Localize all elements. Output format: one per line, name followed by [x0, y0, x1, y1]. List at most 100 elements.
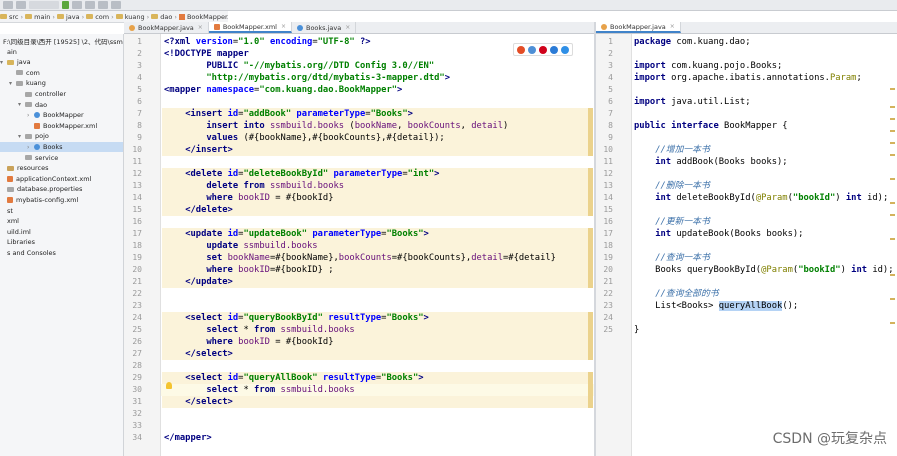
code-line[interactable]: <!DOCTYPE mapper [164, 48, 249, 60]
toolbar-button[interactable] [85, 1, 95, 9]
code-line[interactable]: <?xml version="1.0" encoding="UTF-8" ?> [164, 36, 371, 48]
edge-icon[interactable] [560, 45, 569, 54]
warning-marker[interactable] [890, 106, 895, 108]
tab-bookmapper-java[interactable]: BookMapper.java × [124, 22, 209, 33]
tree-item[interactable]: service [0, 153, 123, 163]
tree-item[interactable]: ▾ dao [0, 100, 123, 110]
tree-item[interactable]: › Books [0, 142, 123, 152]
code-line[interactable]: values (#{bookName},#{bookCounts},#{deta… [164, 132, 444, 144]
code-line[interactable]: </select> [164, 348, 233, 360]
code-line[interactable]: set bookName=#{bookName},bookCounts=#{bo… [164, 252, 556, 264]
change-marker[interactable] [588, 168, 593, 216]
code-line[interactable]: package com.kuang.dao; [634, 36, 751, 48]
code-line[interactable]: select * from ssmbuild.books [164, 384, 354, 396]
tree-item[interactable]: Libraries [0, 237, 123, 247]
code-line[interactable]: PUBLIC "-//mybatis.org//DTD Config 3.0//… [164, 60, 434, 72]
ie-icon[interactable] [549, 45, 558, 54]
warning-marker[interactable] [890, 238, 895, 240]
breadcrumb-item[interactable]: BookMapper.xml [178, 13, 228, 21]
debug-icon[interactable] [72, 1, 82, 9]
code-line[interactable]: <select id="queryAllBook" resultType="Bo… [164, 372, 423, 384]
warning-marker[interactable] [890, 178, 895, 180]
code-line[interactable]: <delete id="deleteBookById" parameterTyp… [164, 168, 439, 180]
close-icon[interactable]: × [281, 23, 286, 30]
warning-marker[interactable] [890, 118, 895, 120]
code-line[interactable]: </delete> [164, 204, 233, 216]
code-line[interactable]: </update> [164, 276, 233, 288]
code-line[interactable]: int updateBook(Books books); [634, 228, 803, 240]
code-line[interactable]: where bookID=#{bookID} ; [164, 264, 333, 276]
warning-marker[interactable] [890, 88, 895, 90]
chrome-icon[interactable] [517, 45, 526, 54]
run-icon[interactable] [62, 1, 69, 9]
code-line[interactable]: <mapper namespace="com.kuang.dao.BookMap… [164, 84, 402, 96]
warning-marker[interactable] [890, 202, 895, 204]
toolbar-button[interactable] [16, 1, 26, 9]
code-line[interactable]: } [634, 324, 639, 336]
code-line[interactable]: public interface BookMapper { [634, 120, 788, 132]
code-line[interactable]: //查询一本书 [634, 252, 710, 264]
expand-arrow-icon[interactable]: ▾ [18, 101, 25, 108]
code-line[interactable]: update ssmbuild.books [164, 240, 317, 252]
expand-arrow-icon[interactable]: ▾ [18, 133, 25, 140]
breadcrumb-item[interactable]: src › [0, 13, 23, 21]
toolbar-button[interactable] [98, 1, 108, 9]
code-line[interactable]: //删除一本书 [634, 180, 710, 192]
code-line[interactable]: where bookID = #{bookId} [164, 192, 333, 204]
code-line[interactable]: //查询全部的书 [634, 288, 718, 300]
warning-marker[interactable] [890, 322, 895, 324]
tree-item[interactable]: xml [0, 216, 123, 226]
code-line[interactable]: import java.util.List; [634, 96, 751, 108]
toolbar-button[interactable] [3, 1, 13, 9]
tree-item[interactable]: controller [0, 89, 123, 99]
code-line[interactable]: delete from ssmbuild.books [164, 180, 344, 192]
code-line[interactable]: <insert id="addBook" parameterType="Book… [164, 108, 413, 120]
code-line[interactable]: int deleteBookById(@Param("bookId") int … [634, 192, 888, 204]
change-marker[interactable] [588, 312, 593, 360]
code-line[interactable]: select * from ssmbuild.books [164, 324, 354, 336]
xml-scroll-markers[interactable] [586, 34, 594, 456]
breadcrumb-item[interactable]: kuang › [115, 13, 149, 21]
intention-bulb-icon[interactable] [166, 382, 172, 389]
warning-marker[interactable] [890, 298, 895, 300]
warning-marker[interactable] [890, 142, 895, 144]
expand-arrow-icon[interactable]: › [27, 112, 34, 119]
warning-marker[interactable] [890, 214, 895, 216]
warning-marker[interactable] [890, 130, 895, 132]
code-line[interactable]: Books queryBookById(@Param("bookId") int… [634, 264, 893, 276]
code-line[interactable]: </mapper> [164, 432, 212, 444]
tab-books-java[interactable]: Books.java × [292, 22, 357, 33]
tree-item[interactable]: ▾ java [0, 57, 123, 67]
toolbar-button[interactable] [111, 1, 121, 9]
close-icon[interactable]: × [198, 24, 203, 31]
code-line[interactable]: "http://mybatis.org/dtd/mybatis-3-mapper… [164, 72, 450, 84]
tab-bookmapper-java[interactable]: BookMapper.java × [596, 22, 681, 33]
code-line[interactable]: insert into ssmbuild.books (bookName, bo… [164, 120, 508, 132]
tree-item[interactable]: ▾ kuang [0, 78, 123, 88]
breadcrumb-item[interactable]: dao › [151, 13, 177, 21]
code-line[interactable]: where bookID = #{bookId} [164, 336, 333, 348]
code-line[interactable]: List<Books> queryAllBook(); [634, 300, 798, 312]
opera-icon[interactable] [538, 45, 547, 54]
tree-item[interactable]: F:\同级目录\西开 [19525] \2、代码\ssmbu [0, 36, 123, 46]
expand-arrow-icon[interactable]: › [27, 144, 34, 151]
tree-item[interactable]: BookMapper.xml [0, 121, 123, 131]
breadcrumb-item[interactable]: java › [56, 13, 84, 21]
tree-item[interactable]: applicationContext.xml [0, 174, 123, 184]
tab-bookmapper-xml[interactable]: BookMapper.xml × [208, 22, 292, 33]
code-line[interactable]: import org.apache.ibatis.annotations.Par… [634, 72, 862, 84]
code-line[interactable]: </select> [164, 396, 233, 408]
firefox-icon[interactable] [528, 45, 537, 54]
run-config-select[interactable] [29, 1, 59, 9]
tree-item[interactable]: s and Consoles [0, 248, 123, 258]
warning-marker[interactable] [890, 154, 895, 156]
expand-arrow-icon[interactable]: ▾ [0, 59, 7, 66]
code-line[interactable]: <update id="updateBook" parameterType="B… [164, 228, 429, 240]
tree-item[interactable]: › BookMapper [0, 110, 123, 120]
tree-item[interactable]: mybatis-config.xml [0, 195, 123, 205]
change-marker[interactable] [588, 372, 593, 408]
code-line[interactable]: <select id="queryBookById" resultType="B… [164, 312, 429, 324]
code-line[interactable]: //更新一本书 [634, 216, 710, 228]
code-line[interactable]: import com.kuang.pojo.Books; [634, 60, 782, 72]
warning-marker[interactable] [890, 274, 895, 276]
